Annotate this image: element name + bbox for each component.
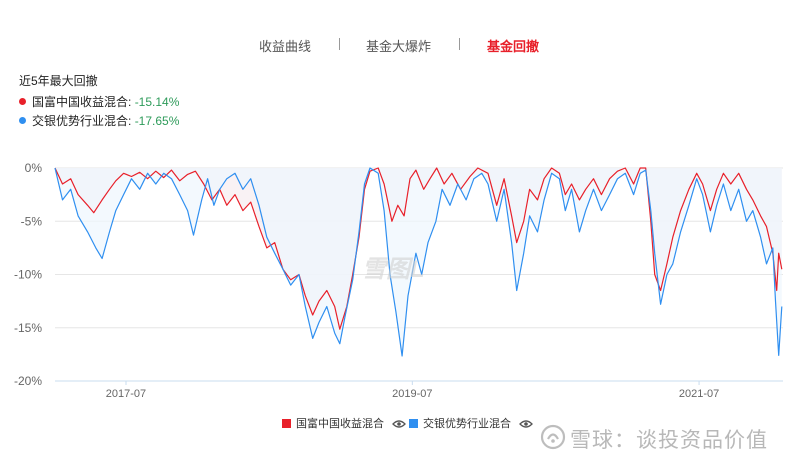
y-tick-label: -15%	[14, 321, 42, 335]
legend-label: 交银优势行业混合	[423, 418, 511, 430]
xueqiu-logo-icon	[540, 424, 566, 450]
y-tick-label: -20%	[14, 374, 42, 388]
eye-icon[interactable]	[392, 419, 406, 429]
y-tick-label: 0%	[25, 161, 43, 175]
legend-swatch	[409, 419, 418, 428]
legend-label: 国富中国收益混合	[296, 418, 384, 430]
legend-item-fund-1[interactable]: 国富中国收益混合	[282, 415, 406, 431]
xueqiu-watermark-text: 雪球：谈投资品价值	[570, 429, 768, 452]
x-tick-label: 2021-07	[679, 388, 719, 400]
x-tick-label: 2019-07	[392, 388, 432, 400]
eye-icon[interactable]	[519, 419, 533, 429]
drawdown-chart: 雪图L 0% -5% -10% -15% -20% 2017-07 2019-07 2021-…	[14, 161, 783, 400]
y-tick-label: -5%	[21, 214, 43, 228]
x-tick-label: 2017-07	[106, 388, 146, 400]
legend-swatch	[282, 419, 291, 428]
legend-item-fund-2[interactable]: 交银优势行业混合	[409, 415, 533, 431]
y-tick-label: -10%	[14, 268, 42, 282]
chart-watermark: 雪图L	[362, 256, 425, 283]
